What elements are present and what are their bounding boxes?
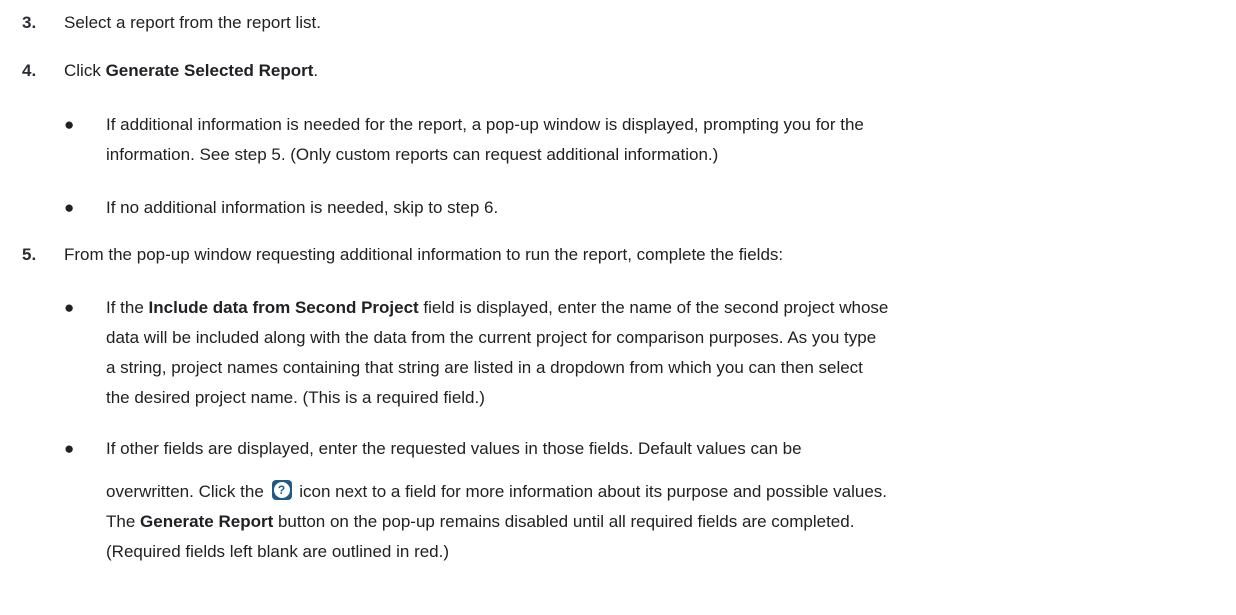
step-number: 3.: [22, 13, 37, 32]
ui-term-generate-selected-report: Generate Selected Report: [105, 61, 314, 80]
bullet-text-line: (Required fields left blank are outlined…: [106, 542, 450, 561]
bullet-text-line: If no additional information is needed, …: [106, 198, 499, 217]
text-part: overwritten. Click the: [106, 482, 269, 501]
text-part: icon next to a field for more informatio…: [294, 482, 888, 501]
text-part: button on the pop-up remains disabled un…: [273, 512, 855, 531]
bullet-text-line: If the Include data from Second Project …: [106, 293, 888, 323]
bullet-icon: ●: [64, 198, 75, 217]
help-icon-glyph: ?: [273, 482, 290, 498]
text-part: If the: [106, 298, 149, 317]
bullet-text-line: a string, project names containing that …: [106, 358, 863, 377]
text-part: field is displayed, enter the name of th…: [418, 298, 889, 317]
bullet-text-line: If other fields are displayed, enter the…: [106, 439, 802, 458]
bullet-icon: ●: [64, 298, 75, 317]
ui-term-generate-report: Generate Report: [140, 512, 274, 531]
bullet-icon: ●: [64, 439, 75, 458]
step-text: Select a report from the report list.: [64, 13, 321, 32]
bullet-text-line: The Generate Report button on the pop-up…: [106, 507, 854, 537]
bullet-text-line: overwritten. Click the ? icon next to a …: [106, 477, 887, 507]
help-question-icon: ?: [271, 480, 292, 500]
bullet-icon: ●: [64, 115, 75, 134]
bullet-text-line: information. See step 5. (Only custom re…: [106, 145, 719, 164]
bullet-text-line: the desired project name. (This is a req…: [106, 388, 485, 407]
step-text: Click Generate Selected Report.: [64, 56, 318, 86]
step-number: 4.: [22, 61, 37, 80]
step-number: 5.: [22, 245, 37, 264]
text-part: The: [106, 512, 141, 531]
step-text: From the pop-up window requesting additi…: [64, 245, 784, 264]
bullet-text-line: If additional information is needed for …: [106, 115, 864, 134]
step-text-part: Click: [64, 61, 106, 80]
step-text-part: .: [313, 61, 319, 80]
bullet-text-line: data will be included along with the dat…: [106, 328, 877, 347]
ui-term-include-data-from-second-project: Include data from Second Project: [148, 298, 419, 317]
